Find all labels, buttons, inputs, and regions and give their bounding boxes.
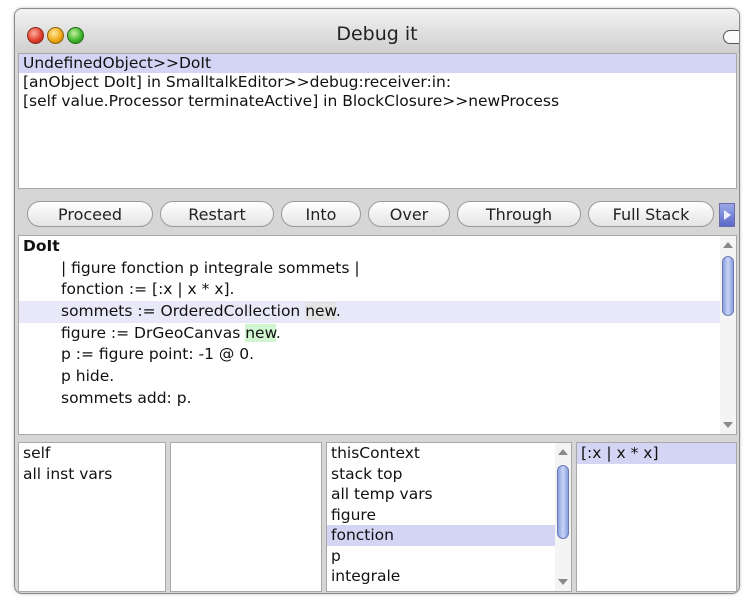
right-arrow-icon[interactable] [719,203,735,227]
list-item[interactable]: thisContext [327,443,571,464]
scroll-thumb[interactable] [557,465,569,539]
method-name: DoIt [23,237,60,255]
debug-toolbar: Proceed Restart Into Over Through Full S… [15,197,739,231]
full-stack-button[interactable]: Full Stack [588,201,714,227]
value-text [171,443,321,464]
into-button[interactable]: Into [281,201,361,227]
over-button[interactable]: Over [368,201,450,227]
scroll-down-icon[interactable] [723,422,733,428]
value-text: [:x | x * x] [577,443,736,464]
title-bar[interactable]: Debug it [15,9,739,53]
code-line: p hide. [61,367,115,386]
list-item[interactable]: p [327,546,571,567]
list-item[interactable]: figure [327,505,571,526]
code-line: sommets add: p. [61,388,192,407]
stack-item[interactable]: [self value.Processor terminateActive] i… [19,92,736,111]
list-item-selected[interactable]: fonction [327,525,571,546]
code-text: . [275,323,281,342]
scroll-up-icon[interactable] [723,242,733,248]
code-text: . [335,302,341,321]
scroll-up-icon[interactable] [558,449,568,455]
context-value-pane[interactable]: [:x | x * x] [576,442,737,592]
scroll-down-icon[interactable] [558,579,568,585]
highlighted-selector: new [245,323,276,342]
code-line: | figure fonction p integrale sommets | [61,258,360,277]
code-line-current: sommets := OrderedCollection new. [19,301,736,323]
context-inspector-list[interactable]: thisContext stack top all temp vars figu… [326,442,572,592]
scroll-thumb[interactable] [722,256,734,316]
stack-list[interactable]: UndefinedObject>>DoIt [anObject DoIt] in… [18,53,737,189]
code-line: figure := DrGeoCanvas new. [19,323,736,345]
code-text: sommets := OrderedCollection [61,302,306,321]
receiver-value-pane[interactable] [170,442,322,592]
restart-button[interactable]: Restart [160,201,274,227]
highlighted-selector: new [305,302,336,321]
debugger-window: Debug it UndefinedObject>>DoIt [anObject… [14,8,740,594]
window-title: Debug it [336,23,418,45]
list-item[interactable]: all temp vars [327,484,571,505]
code-scrollbar[interactable] [720,236,736,434]
receiver-inspector-list[interactable]: self all inst vars [18,442,166,592]
code-line: p := figure point: -1 @ 0. [61,345,255,364]
code-line: fonction := [:x | x * x]. [61,280,235,299]
stack-item[interactable]: UndefinedObject>>DoIt [19,54,736,73]
code-pane[interactable]: DoIt | figure fonction p integrale somme… [18,235,737,435]
collapse-pill-icon[interactable] [723,30,739,44]
list-item[interactable]: stack top [327,464,571,485]
context-scrollbar[interactable] [555,443,571,591]
through-button[interactable]: Through [457,201,581,227]
stack-item[interactable]: [anObject DoIt] in SmalltalkEditor>>debu… [19,73,736,92]
list-item[interactable]: all inst vars [19,464,165,485]
proceed-button[interactable]: Proceed [27,201,153,227]
code-text: figure := DrGeoCanvas [61,323,246,342]
list-item[interactable]: self [19,443,165,464]
list-item[interactable]: integrale [327,566,571,587]
